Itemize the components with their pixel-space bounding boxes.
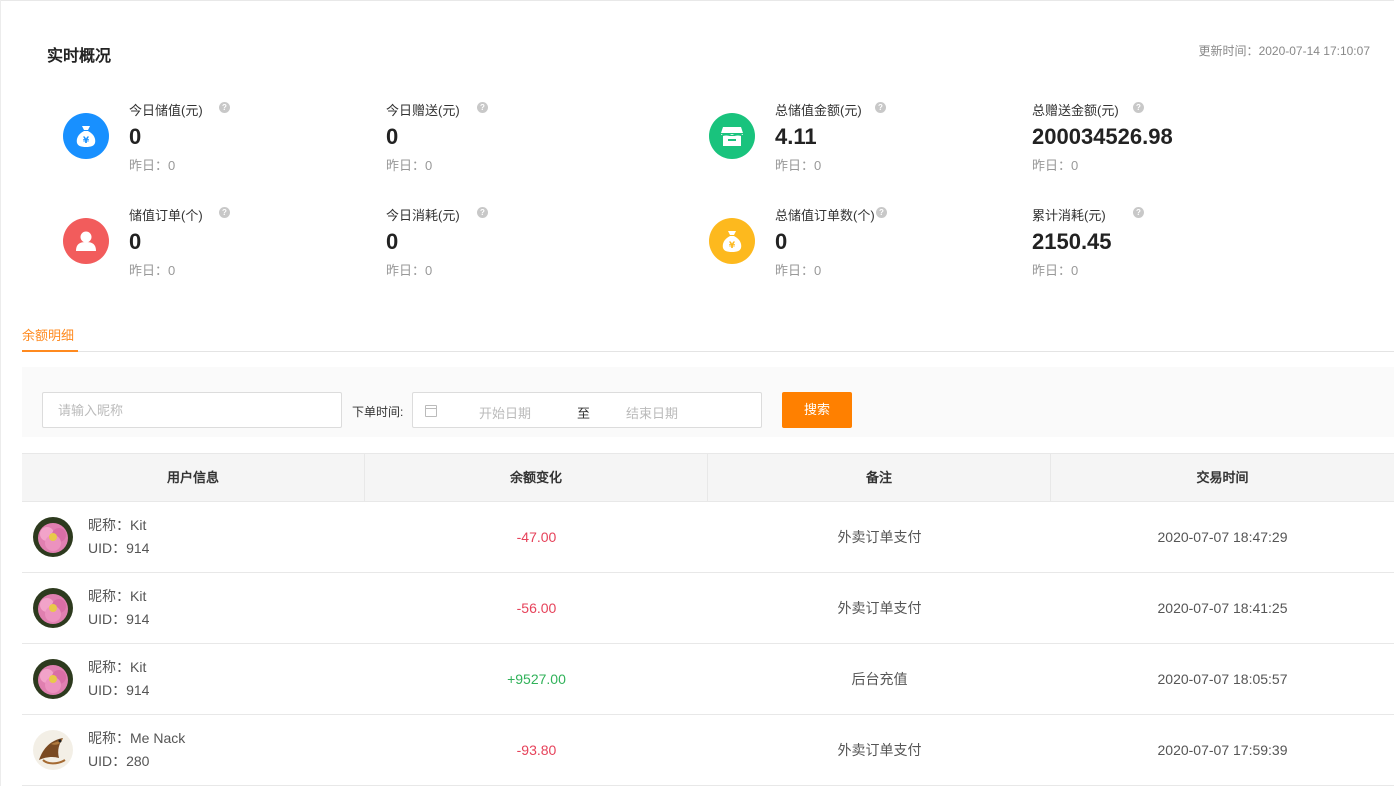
help-icon[interactable]: ? — [477, 102, 488, 113]
user-nickname: 昵称：Kit — [88, 517, 147, 533]
note: 外卖订单支付 — [837, 600, 922, 616]
trade-time: 2020-07-07 18:47:29 — [1157, 529, 1288, 545]
user-uid: UID：280 — [88, 753, 150, 769]
frame-top-border — [0, 0, 1394, 1]
frame-left-border — [0, 0, 1, 786]
stat-yesterday: 昨日：0 — [129, 263, 176, 278]
date-range-separator: 至 — [577, 406, 591, 421]
stat-label: 累计消耗(元) — [1032, 208, 1106, 223]
stat-label: 今日储值(元) — [129, 103, 203, 118]
user-icon — [63, 218, 109, 264]
order-time-label: 下单时间: — [352, 405, 404, 419]
help-icon[interactable]: ? — [875, 102, 886, 113]
note: 外卖订单支付 — [837, 529, 922, 545]
user-nickname: 昵称：Kit — [88, 588, 147, 604]
balance-change: +9527.00 — [507, 671, 566, 687]
help-icon[interactable]: ? — [1133, 102, 1144, 113]
table-row: 昵称：Kit UID：914 -47.00 外卖订单支付 2020-07-07 … — [22, 502, 1394, 573]
help-icon[interactable]: ? — [219, 102, 230, 113]
filter-bar: 下单时间: 开始日期 至 结束日期 搜索 — [22, 367, 1394, 437]
help-icon[interactable]: ? — [477, 207, 488, 218]
stat-yesterday: 昨日：0 — [775, 263, 822, 278]
tab-active-indicator — [22, 350, 78, 352]
column-header-balance-change: 余额变化 — [365, 454, 708, 502]
stat-label: 总储值金额(元) — [775, 103, 862, 118]
stat-value: 0 — [129, 124, 142, 149]
start-date-input[interactable]: 开始日期 — [479, 403, 531, 422]
calendar-icon — [425, 405, 437, 417]
end-date-input[interactable]: 结束日期 — [626, 403, 678, 422]
avatar — [33, 659, 73, 699]
avatar — [33, 517, 73, 557]
stat-value: 200034526.98 — [1032, 124, 1173, 149]
trade-time: 2020-07-07 18:05:57 — [1157, 671, 1288, 687]
stat-label: 今日赠送(元) — [386, 103, 460, 118]
user-nickname: 昵称：Kit — [88, 659, 147, 675]
avatar — [33, 588, 73, 628]
user-uid: UID：914 — [88, 611, 150, 627]
user-cell: 昵称：Kit UID：914 — [22, 644, 365, 714]
stat-label: 储值订单(个) — [129, 208, 203, 223]
avatar — [33, 730, 73, 770]
update-time-label: 更新时间： — [1198, 44, 1259, 58]
column-header-trade-time: 交易时间 — [1196, 470, 1249, 485]
user-cell: 昵称：Me Nack UID：280 — [22, 715, 365, 785]
stat-label: 总储值订单数(个) — [775, 208, 875, 223]
tab-divider — [22, 351, 1394, 352]
page-title: 实时概况 — [47, 48, 112, 65]
search-button[interactable]: 搜索 — [782, 392, 852, 428]
table-row: 昵称：Me Nack UID：280 -93.80 外卖订单支付 2020-07… — [22, 715, 1394, 786]
user-cell: 昵称：Kit UID：914 — [22, 502, 365, 572]
update-time-value: 2020-07-14 17:10:07 — [1258, 44, 1370, 58]
stat-value: 0 — [386, 229, 399, 254]
stat-label: 今日消耗(元) — [386, 208, 460, 223]
table-row: 昵称：Kit UID：914 -56.00 外卖订单支付 2020-07-07 … — [22, 573, 1394, 644]
stat-value: 0 — [386, 124, 399, 149]
stat-value: 0 — [129, 229, 142, 254]
svg-text:¥: ¥ — [729, 241, 736, 251]
help-icon[interactable]: ? — [1133, 207, 1144, 218]
column-header-note: 备注 — [708, 454, 1051, 502]
user-nickname: 昵称：Me Nack — [88, 730, 186, 746]
balance-change: -56.00 — [516, 600, 557, 616]
column-header-user-info: 用户信息 — [22, 454, 365, 502]
trade-time: 2020-07-07 17:59:39 — [1157, 742, 1288, 758]
stat-value: 4.11 — [775, 124, 817, 149]
stat-yesterday: 昨日：0 — [1032, 263, 1079, 278]
user-uid: UID：914 — [88, 682, 150, 698]
user-cell: 昵称：Kit UID：914 — [22, 573, 365, 643]
user-uid: UID：914 — [88, 540, 150, 556]
table-row: 昵称：Kit UID：914 +9527.00 后台充值 2020-07-07 … — [22, 644, 1394, 715]
stat-yesterday: 昨日：0 — [386, 158, 433, 173]
date-range-picker[interactable]: 开始日期 至 结束日期 — [412, 392, 762, 428]
update-time: 更新时间：2020-07-14 17:10:07 — [1199, 42, 1370, 59]
svg-text:¥: ¥ — [83, 136, 90, 146]
stat-label: 总赠送金额(元) — [1032, 103, 1119, 118]
balance-change: -93.80 — [516, 742, 557, 758]
tab-balance-detail[interactable]: 余额明细 — [22, 325, 74, 344]
nickname-input[interactable] — [42, 392, 342, 428]
trade-time: 2020-07-07 18:41:25 — [1157, 600, 1288, 616]
help-icon[interactable]: ? — [219, 207, 230, 218]
stat-yesterday: 昨日：0 — [775, 158, 822, 173]
note: 后台充值 — [851, 671, 908, 687]
balance-table: 用户信息 余额变化 备注 交易时间 昵称：Kit UID：914 -47.00 … — [22, 453, 1394, 786]
stat-value: 2150.45 — [1032, 229, 1112, 254]
help-icon[interactable]: ? — [876, 207, 887, 218]
money-bag-icon: ¥ — [63, 113, 109, 159]
note: 外卖订单支付 — [837, 742, 922, 758]
stat-yesterday: 昨日：0 — [1032, 158, 1079, 173]
stat-yesterday: 昨日：0 — [386, 263, 433, 278]
stat-value: 0 — [775, 229, 788, 254]
table-header: 用户信息 余额变化 备注 交易时间 — [22, 453, 1394, 502]
balance-change: -47.00 — [516, 529, 557, 545]
stat-yesterday: 昨日：0 — [129, 158, 176, 173]
money-bag-icon: ¥ — [709, 218, 755, 264]
store-icon — [709, 113, 755, 159]
